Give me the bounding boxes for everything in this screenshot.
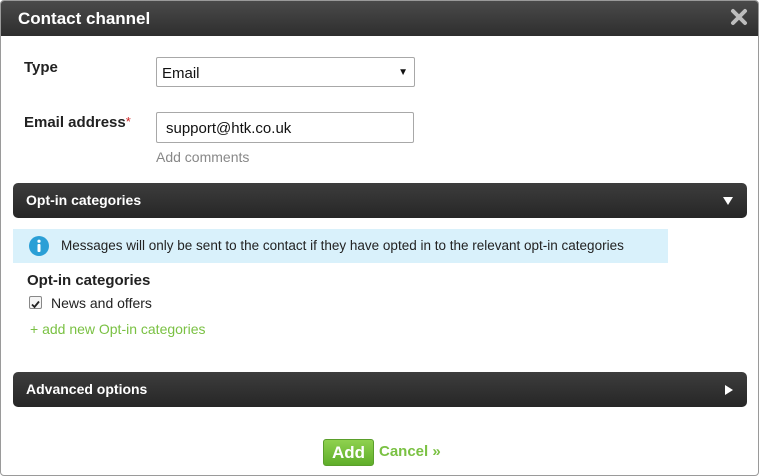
type-label: Type xyxy=(24,59,58,76)
advanced-options-title: Advanced options xyxy=(26,381,148,397)
required-marker: * xyxy=(125,114,131,129)
optin-section-title: Opt-in categories xyxy=(26,192,142,208)
email-label: Email address* xyxy=(24,114,131,131)
email-input[interactable]: support@htk.co.uk xyxy=(156,112,414,143)
type-select-value: Email xyxy=(162,65,200,82)
triangle-right-icon xyxy=(725,385,733,395)
type-select[interactable]: Email ▼ xyxy=(156,57,415,87)
optin-categories-heading: Opt-in categories xyxy=(27,272,151,289)
info-icon xyxy=(29,236,49,256)
add-comments-link[interactable]: Add comments xyxy=(156,149,249,165)
close-icon[interactable] xyxy=(729,7,749,27)
contact-channel-dialog: Contact channel Type Email ▼ Email addre… xyxy=(0,0,759,476)
add-button[interactable]: Add xyxy=(323,439,374,466)
dialog-title: Contact channel xyxy=(18,9,151,28)
dialog-titlebar: Contact channel xyxy=(1,1,758,36)
info-message-box: Messages will only be sent to the contac… xyxy=(13,229,668,263)
add-optin-category-link[interactable]: + add new Opt-in categories xyxy=(30,321,206,337)
news-and-offers-checkbox[interactable] xyxy=(29,296,42,309)
cancel-link[interactable]: Cancel » xyxy=(379,443,441,460)
optin-section-header[interactable]: Opt-in categories xyxy=(13,183,747,218)
checkmark-icon xyxy=(31,300,40,309)
email-label-text: Email address xyxy=(24,114,126,131)
triangle-down-icon xyxy=(723,197,733,205)
chevron-down-icon: ▼ xyxy=(398,67,408,78)
info-message: Messages will only be sent to the contac… xyxy=(61,238,624,253)
advanced-options-header[interactable]: Advanced options xyxy=(13,372,747,407)
news-and-offers-label: News and offers xyxy=(51,295,152,311)
